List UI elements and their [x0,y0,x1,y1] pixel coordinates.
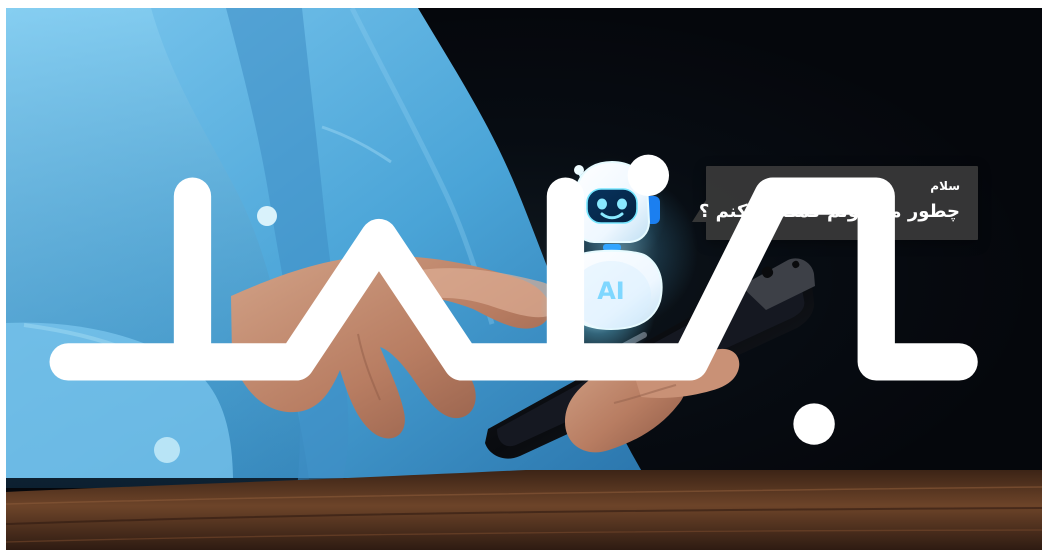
image-frame: AI سلام چطور می تونم کمکتون کنم ؟ [0,0,1048,558]
photo: AI سلام چطور می تونم کمکتون کنم ؟ [6,8,1042,550]
watermark-logo [49,154,978,445]
